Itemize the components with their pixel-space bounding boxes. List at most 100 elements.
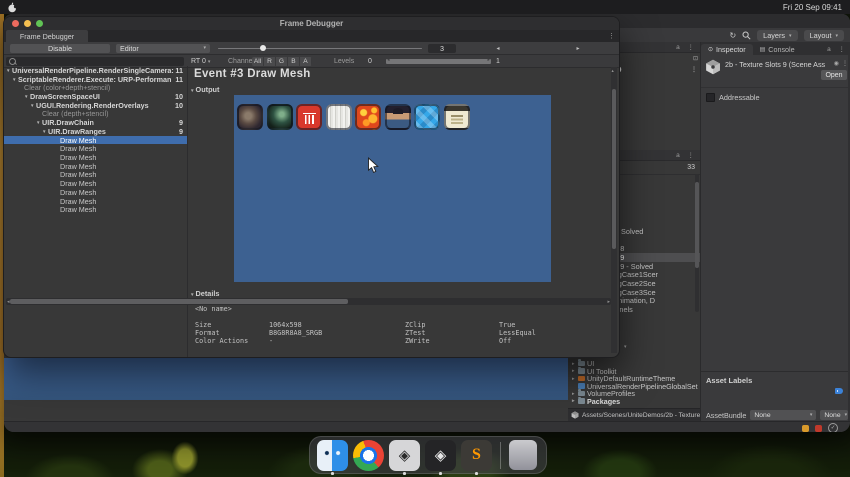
minimize-window-button[interactable]: [24, 20, 31, 27]
channel-button[interactable]: R: [264, 56, 276, 66]
output-section-header[interactable]: ▾ Output: [191, 85, 219, 94]
event-number-field[interactable]: 3: [428, 43, 456, 53]
kebab-menu-icon[interactable]: ⋮: [688, 44, 698, 51]
event-tree-row[interactable]: ▼ UIR.DrawRanges 9: [4, 127, 187, 136]
window-titlebar[interactable]: Frame Debugger: [4, 17, 619, 30]
expander-icon[interactable]: ▸: [572, 398, 576, 404]
assetbundle-dropdown[interactable]: None ▾: [750, 410, 817, 420]
project-scrollbar[interactable]: [695, 174, 699, 312]
dock-app-glyph: ◈: [434, 447, 447, 464]
layers-dropdown[interactable]: Layers ▾: [757, 30, 798, 41]
zoom-window-button[interactable]: [36, 20, 43, 27]
vertical-scrollbar[interactable]: ▴: [611, 67, 617, 353]
chevron-down-icon: ▾: [207, 58, 211, 65]
channel-button[interactable]: G: [276, 56, 288, 66]
event-tree-row[interactable]: Draw Mesh: [4, 205, 187, 214]
check-status-icon[interactable]: ✓: [828, 423, 838, 432]
thumb-delete-icon-texture[interactable]: [296, 104, 322, 130]
scroll-right-icon[interactable]: ▸: [607, 299, 610, 305]
previous-event-button[interactable]: ◂: [462, 42, 534, 54]
event-tree-row[interactable]: Draw Mesh: [4, 162, 187, 171]
event-tree-row[interactable]: Draw Mesh: [4, 188, 187, 197]
event-tree-row[interactable]: Draw Mesh: [4, 144, 187, 153]
menubar-clock[interactable]: Fri 20 Sep 09:41: [783, 3, 842, 12]
next-event-button[interactable]: ▸: [542, 42, 614, 54]
search-input[interactable]: [6, 56, 184, 66]
event-tree-row[interactable]: ▼ UGUI.Rendering.RenderOverlays 10: [4, 101, 187, 110]
thumb-hero-portrait[interactable]: [384, 104, 411, 130]
expander-icon[interactable]: ▸: [572, 391, 576, 397]
rt-dropdown[interactable]: RT 0 ▾: [191, 58, 210, 65]
event-slider[interactable]: [218, 45, 422, 51]
tab-frame-debugger[interactable]: Frame Debugger: [6, 30, 88, 42]
unity-cube-icon: [571, 411, 579, 419]
event-tree-row[interactable]: Draw Mesh: [4, 153, 187, 162]
event-slider-knob[interactable]: [260, 45, 266, 51]
render-target-preview[interactable]: [234, 95, 551, 282]
target-dropdown[interactable]: Editor ▾: [116, 43, 210, 53]
error-badge-icon[interactable]: [815, 424, 822, 432]
event-tree-row[interactable]: Draw Mesh: [4, 170, 187, 179]
lock-icon[interactable]: a: [676, 152, 683, 159]
event-tree-row[interactable]: Draw Mesh: [4, 136, 187, 145]
version-control-icon[interactable]: ↻: [729, 31, 736, 40]
event-tree-row[interactable]: Clear (color+depth+stencil): [4, 83, 187, 92]
asset-count: 33: [687, 164, 695, 171]
search-icon[interactable]: [742, 31, 751, 40]
event-tree-row[interactable]: ▼ UIR.DrawChain 9: [4, 118, 187, 127]
thumb-lava-texture[interactable]: [355, 104, 381, 130]
apple-logo-icon[interactable]: [8, 2, 17, 13]
panel-corner-icon[interactable]: ⊡: [693, 55, 698, 62]
event-tree-row[interactable]: ▼ UniversalRenderPipeline.RenderSingleCa…: [4, 66, 187, 75]
event-label: Draw Mesh: [60, 196, 97, 206]
layout-dropdown[interactable]: Layout ▾: [803, 30, 844, 41]
scroll-caret-icon[interactable]: ▾: [624, 344, 627, 350]
label-tag-icon[interactable]: [835, 388, 843, 394]
channel-button[interactable]: All: [252, 56, 264, 66]
channel-button[interactable]: B: [288, 56, 300, 66]
open-button[interactable]: Open: [821, 70, 847, 80]
lock-icon[interactable]: a: [827, 46, 834, 53]
thumb-sample-card[interactable]: [443, 104, 470, 130]
progress-badge-icon[interactable]: [802, 424, 809, 432]
kebab-menu-icon[interactable]: ⋮: [839, 46, 849, 53]
tab-inspector[interactable]: ⊙ Inspector: [701, 44, 753, 55]
dock-app-unity-editor[interactable]: ◈: [425, 439, 456, 475]
scroll-up-icon[interactable]: ▴: [612, 68, 614, 74]
event-tree-row[interactable]: Draw Mesh: [4, 179, 187, 188]
thumb-blue-diamond-pattern[interactable]: [414, 104, 440, 130]
dock-app-sublime-text[interactable]: S: [461, 439, 492, 475]
dock-app-unity-hub[interactable]: ◈: [389, 439, 420, 475]
scrollbar-thumb[interactable]: [612, 89, 616, 249]
kebab-menu-icon[interactable]: ⋮: [608, 32, 615, 40]
horizontal-scrollbar[interactable]: ◂ ▸: [6, 298, 611, 305]
expander-icon[interactable]: ▸: [572, 368, 576, 374]
dock-app-chrome[interactable]: [353, 439, 384, 471]
thumb-fur-texture[interactable]: [325, 104, 352, 130]
thumb-werewolf-sprite[interactable]: [237, 104, 263, 130]
kebab-menu-icon[interactable]: ⋮: [688, 152, 698, 159]
event-tree-row[interactable]: ▼ DrawScreenSpaceUI 10: [4, 92, 187, 101]
kebab-menu-icon[interactable]: ⋮: [691, 66, 697, 73]
disable-button[interactable]: Disable: [10, 43, 110, 53]
levels-slider[interactable]: [386, 57, 491, 64]
lock-icon[interactable]: a: [676, 44, 683, 51]
addressable-checkbox[interactable]: [706, 93, 715, 102]
project-folder-item[interactable]: ▸ Packages: [572, 397, 620, 406]
tab-console[interactable]: ▤ Console: [753, 44, 802, 55]
thumb-witch-sprite[interactable]: [266, 104, 293, 130]
channel-button[interactable]: A: [300, 56, 312, 66]
event-tree-row[interactable]: Clear (depth+stencil): [4, 109, 187, 118]
help-icon[interactable]: ◉: [834, 60, 839, 67]
event-label: Draw Mesh: [60, 187, 97, 197]
event-tree-row[interactable]: Draw Mesh: [4, 197, 187, 206]
close-window-button[interactable]: [12, 20, 19, 27]
event-tree-row[interactable]: ▼ ScriptableRenderer.Execute: URP-Perfor…: [4, 75, 187, 84]
scrollbar-thumb[interactable]: [10, 299, 348, 304]
expander-icon[interactable]: ▸: [572, 361, 576, 367]
assetbundle-variant-dropdown[interactable]: None ▾: [820, 410, 849, 420]
asset-labels-header[interactable]: Asset Labels: [701, 372, 850, 385]
dock-app-finder[interactable]: [317, 439, 348, 475]
dock-trash[interactable]: [509, 440, 537, 470]
expander-icon[interactable]: ▸: [572, 376, 576, 382]
